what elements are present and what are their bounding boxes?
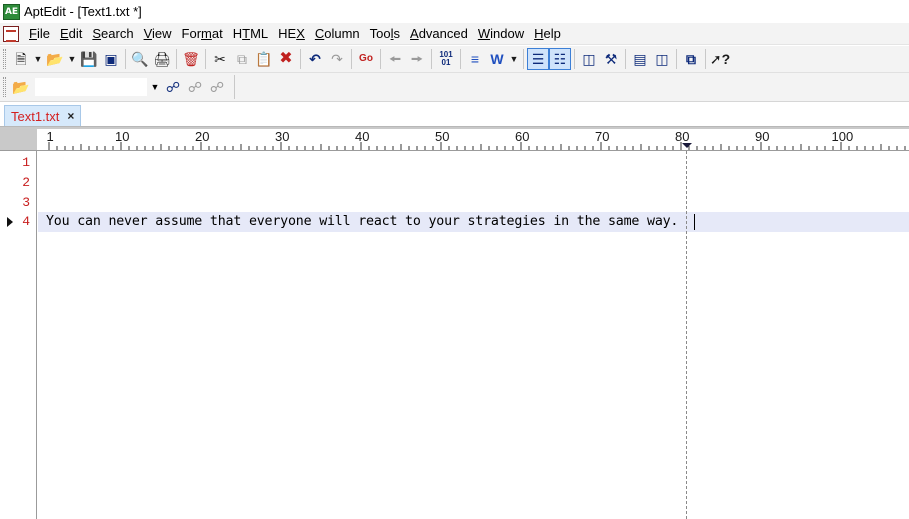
toolbar-separator — [176, 49, 177, 69]
find-next-icon[interactable]: ☍ — [206, 76, 228, 98]
toolbar-separator — [431, 49, 432, 69]
toolbar-separator — [205, 49, 206, 69]
export-icon[interactable]: ⧉ — [680, 48, 702, 70]
toolbar-separator — [523, 49, 524, 69]
menu-search[interactable]: Search — [87, 23, 138, 45]
menu-help[interactable]: Help — [529, 23, 566, 45]
title-bar: AE AptEdit - [Text1.txt *] — [0, 0, 909, 23]
main-toolbar: 🗎 ▼ 📂 ▼ 💾 ▣ 🔍 🖨 🗑 ✂ ⧉ 📋 ✖ ↶ ↷ Go 🠘 🠚 101… — [0, 46, 909, 73]
context-help-icon[interactable]: ➚? — [709, 48, 731, 70]
toolbar-separator — [705, 49, 706, 69]
split-window-icon[interactable]: ◫ — [651, 48, 673, 70]
go-to-icon[interactable]: Go — [355, 48, 377, 70]
menu-column[interactable]: Column — [310, 23, 365, 45]
menu-window[interactable]: Window — [473, 23, 529, 45]
search-input[interactable] — [34, 77, 148, 97]
tools-icon[interactable]: ⚒ — [600, 48, 622, 70]
close-tab-icon[interactable]: × — [67, 109, 74, 123]
toolbar-separator — [676, 49, 677, 69]
ruler-label: 10 — [115, 129, 130, 144]
hex-mode-icon[interactable]: 101 01 — [435, 48, 457, 70]
open-folder-icon[interactable]: 📂 — [10, 76, 32, 98]
ruler-label: 60 — [515, 129, 530, 144]
menu-view[interactable]: View — [139, 23, 177, 45]
close-file-icon[interactable]: 🗑 — [180, 48, 202, 70]
toolbar-grip[interactable] — [3, 77, 6, 97]
text-editor[interactable]: 1 2 3 4 You can never assume that everyo… — [0, 151, 909, 519]
redo-icon[interactable]: ↷ — [326, 48, 348, 70]
toolbar-separator — [380, 49, 381, 69]
menu-format[interactable]: Format — [177, 23, 228, 45]
menu-file[interactable]: File — [24, 23, 55, 45]
line-number: 1 — [22, 155, 30, 170]
document-tab-strip: Text1.txt × — [0, 102, 909, 127]
next-bookmark-icon[interactable]: 🠚 — [406, 48, 428, 70]
save-icon[interactable]: 💾 — [78, 48, 100, 70]
search-toolbar: 📂 ▼ ☍ ☍ ☍ — [0, 73, 909, 102]
cut-icon[interactable]: ✂ — [209, 48, 231, 70]
line-number: 3 — [22, 195, 30, 210]
menu-html[interactable]: HTML — [228, 23, 273, 45]
delete-icon[interactable]: ✖ — [275, 48, 297, 70]
ruler-label: 100 — [831, 129, 854, 144]
line-number-gutter: 1 2 3 4 — [0, 151, 37, 519]
search-history-dropdown-icon[interactable]: ▼ — [148, 82, 162, 92]
tab-text1[interactable]: Text1.txt × — [4, 105, 82, 126]
line-numbers-icon[interactable]: ☰ — [527, 48, 549, 70]
previous-bookmark-icon[interactable]: 🠘 — [384, 48, 406, 70]
toolbar-separator — [625, 49, 626, 69]
window-icon[interactable]: ▤ — [629, 48, 651, 70]
document-menu-icon[interactable] — [3, 25, 19, 42]
save-all-icon[interactable]: ▣ — [100, 48, 122, 70]
right-margin-guide — [686, 151, 687, 519]
ruler-label: 30 — [275, 129, 290, 144]
new-file-icon[interactable]: 🗎 — [10, 48, 32, 70]
text-caret — [694, 214, 695, 230]
menu-tools[interactable]: Tools — [365, 23, 405, 45]
ruler-ticks — [48, 142, 906, 150]
ruler-label: 70 — [595, 129, 610, 144]
menu-advanced[interactable]: Advanced — [405, 23, 473, 45]
new-file-dropdown-arrow-icon[interactable]: ▼ — [32, 48, 44, 70]
copy-icon[interactable]: ⧉ — [231, 48, 253, 70]
word-wrap-dropdown-arrow-icon[interactable]: ▼ — [508, 48, 520, 70]
text-line[interactable]: You can never assume that everyone will … — [46, 212, 678, 232]
line-number: 2 — [22, 175, 30, 190]
open-dropdown-arrow-icon[interactable]: ▼ — [66, 48, 78, 70]
undo-icon[interactable]: ↶ — [304, 48, 326, 70]
ruler-label: 20 — [195, 129, 210, 144]
ruler-label: 1 — [46, 129, 54, 144]
toolbar-separator — [574, 49, 575, 69]
toolbar-separator — [125, 49, 126, 69]
print-preview-icon[interactable]: 🔍 — [129, 48, 151, 70]
ruler-label: 40 — [355, 129, 370, 144]
toolbar-separator — [351, 49, 352, 69]
toolbar-grip[interactable] — [3, 49, 6, 69]
ruler-label: 90 — [755, 129, 770, 144]
menu-bar: File Edit Search View Format HTML HEX Co… — [0, 23, 909, 45]
toolbar-separator — [234, 75, 235, 99]
menu-hex[interactable]: HEX — [273, 23, 310, 45]
column-ruler: 1 10 20 30 40 50 60 70 80 90 100 — [0, 127, 909, 151]
menu-edit[interactable]: Edit — [55, 23, 87, 45]
aptedit-app-icon[interactable]: AE — [3, 3, 20, 20]
find-binoculars-icon[interactable]: ☍ — [162, 76, 184, 98]
panel-icon[interactable]: ◫ — [578, 48, 600, 70]
ruler-label: 50 — [435, 129, 450, 144]
tab-label: Text1.txt — [11, 108, 60, 124]
find-previous-icon[interactable]: ☍ — [184, 76, 206, 98]
line-number: 4 — [22, 214, 30, 229]
toolbar-separator — [460, 49, 461, 69]
paste-icon[interactable]: 📋 — [253, 48, 275, 70]
window-title: AptEdit - [Text1.txt *] — [24, 4, 142, 19]
open-folder-icon[interactable]: 📂 — [44, 48, 66, 70]
toolbar-separator — [300, 49, 301, 69]
ruler-label: 80 — [675, 129, 690, 144]
word-wrap-icon[interactable]: W — [486, 48, 508, 70]
ruler-icon[interactable]: ☷ — [549, 48, 571, 70]
print-icon[interactable]: 🖨 — [151, 48, 173, 70]
format-icon[interactable]: ≡ — [464, 48, 486, 70]
